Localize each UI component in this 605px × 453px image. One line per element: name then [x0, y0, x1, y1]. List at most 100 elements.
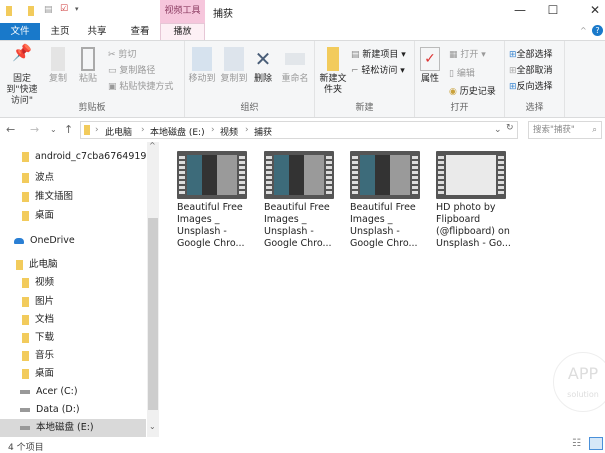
tab-file[interactable]: 文件 — [0, 23, 40, 40]
nav-item-label: 下载 — [35, 332, 55, 343]
select-all-label: 全部选择 — [516, 50, 553, 60]
new-item-icon: ▤ — [351, 50, 363, 60]
details-view-icon[interactable]: ☷ — [572, 438, 581, 449]
organize-group-label: 组织 — [240, 103, 259, 113]
address-dropdown-icon[interactable]: ⌄ — [494, 125, 502, 135]
pin-quick-access-button[interactable]: 📌 固定到"快速访问" — [2, 45, 42, 107]
select-none-button[interactable]: ⊞全部取消 — [509, 63, 553, 76]
open-icon: ▦ — [449, 50, 461, 60]
nav-item[interactable]: 桌面 — [0, 207, 146, 225]
breadcrumb-capture[interactable]: 捕获 — [254, 125, 272, 138]
nav-item-label: 本地磁盘 (E:) — [36, 422, 94, 433]
new-folder-label: 新建文件夹 — [319, 74, 347, 95]
folder-icon — [22, 172, 29, 183]
search-input[interactable]: 搜索"捕获" ⌕ — [528, 121, 602, 139]
nav-item[interactable]: 图片 — [0, 293, 146, 311]
file-name: HD photo by Flipboard (@flipboard) on Un… — [436, 202, 511, 249]
nav-item-label: 波点 — [35, 172, 55, 183]
scroll-up-icon[interactable]: ^ — [149, 141, 156, 150]
tab-view[interactable]: 查看 — [125, 23, 155, 40]
tab-home[interactable]: 主页 — [45, 23, 75, 40]
nav-item-label: 桌面 — [35, 368, 55, 379]
nav-item[interactable]: 推文插图 — [0, 188, 146, 206]
nav-item[interactable]: 下载 — [0, 329, 146, 347]
collapse-ribbon-icon[interactable]: ^ — [580, 26, 587, 35]
nav-item[interactable]: 音乐 — [0, 347, 146, 365]
new-group: 新建文件夹 ▤ 新建项目 ▾ ⌐ 轻松访问 ▾ 新建 — [315, 41, 415, 117]
organize-group: 移动到 复制到 ✕ 删除 重命名 组织 — [185, 41, 315, 117]
copy-path-button[interactable]: ▭ 复制路径 — [108, 63, 155, 76]
delete-button[interactable]: ✕ 删除 — [251, 47, 275, 85]
address-bar[interactable]: › 此电脑 › 本地磁盘 (E:) › 视频 › 捕获 ⌄ ↻ — [80, 121, 518, 139]
paste-shortcut-button[interactable]: ▣ 粘贴快捷方式 — [108, 79, 173, 92]
open-group: ✓ 属性 ▦ 打开 ▾ ▯ 编辑 ◉ 历史记录 打开 — [415, 41, 505, 117]
video-thumbnail — [264, 151, 334, 199]
nav-item[interactable]: 此电脑 — [0, 256, 146, 274]
back-button[interactable]: ← — [6, 123, 15, 136]
cut-button[interactable]: ✂ 剪切 — [108, 47, 136, 60]
properties-label: 属性 — [420, 74, 439, 84]
history-label: 历史记录 — [459, 87, 496, 97]
breadcrumb-drive-e[interactable]: 本地磁盘 (E:) — [150, 125, 205, 138]
file-item[interactable]: Beautiful Free Images _ Unsplash - Googl… — [177, 151, 257, 250]
open-button[interactable]: ▦ 打开 ▾ — [449, 47, 486, 60]
history-button[interactable]: ◉ 历史记录 — [449, 84, 496, 97]
file-item[interactable]: Beautiful Free Images _ Unsplash - Googl… — [264, 151, 344, 250]
nav-item[interactable]: 本地磁盘 (E:) — [0, 419, 146, 437]
copy-to-button[interactable]: 复制到 — [219, 47, 249, 85]
nav-item[interactable]: 波点 — [0, 169, 146, 187]
forward-button[interactable]: → — [30, 123, 39, 136]
nav-item[interactable]: 桌面 — [0, 365, 146, 383]
recent-locations-icon[interactable]: ⌄ — [50, 125, 57, 134]
rename-button[interactable]: 重命名 — [279, 47, 311, 85]
scroll-down-icon[interactable]: ⌄ — [149, 422, 156, 431]
folder-icon — [22, 151, 29, 162]
video-thumbnail — [177, 151, 247, 199]
new-folder-quick-icon[interactable] — [28, 6, 34, 16]
breadcrumb-videos[interactable]: 视频 — [220, 125, 238, 138]
nav-item[interactable]: Data (D:) — [0, 401, 146, 419]
edit-button[interactable]: ▯ 编辑 — [449, 66, 475, 79]
tab-share[interactable]: 共享 — [82, 23, 112, 40]
minimize-button[interactable]: — — [510, 3, 530, 17]
refresh-icon[interactable]: ↻ — [506, 123, 514, 133]
maximize-button[interactable]: ☐ — [543, 3, 563, 17]
properties-button[interactable]: ✓ 属性 — [417, 47, 443, 85]
select-all-button[interactable]: ⊞全部选择 — [509, 47, 553, 60]
cut-label: 剪切 — [118, 50, 137, 60]
new-item-button[interactable]: ▤ 新建项目 ▾ — [351, 47, 406, 60]
paste-button[interactable]: 粘贴 — [76, 47, 100, 85]
drive-icon — [20, 425, 30, 430]
nav-item[interactable]: Acer (C:) — [0, 383, 146, 401]
folder-icon — [84, 125, 90, 135]
cloud-icon — [14, 237, 24, 244]
breadcrumb-this-pc[interactable]: 此电脑 — [105, 125, 132, 138]
copy-button[interactable]: 复制 — [46, 47, 70, 85]
large-icons-view-icon[interactable] — [589, 437, 603, 450]
new-folder-icon — [327, 47, 339, 71]
up-button[interactable]: ↑ — [64, 123, 73, 136]
nav-scrollbar-thumb[interactable] — [148, 218, 158, 410]
close-button[interactable]: ✕ — [585, 3, 605, 17]
nav-item-label: OneDrive — [30, 235, 75, 246]
file-item[interactable]: HD photo by Flipboard (@flipboard) on Un… — [436, 151, 516, 250]
nav-item[interactable]: 视频 — [0, 274, 146, 292]
customize-toolbar-icon[interactable]: ▾ — [75, 5, 79, 13]
nav-item[interactable]: 文档 — [0, 311, 146, 329]
easy-access-button[interactable]: ⌐ 轻松访问 ▾ — [351, 63, 405, 76]
check-quick-icon[interactable]: ☑ — [60, 4, 68, 14]
invert-selection-button[interactable]: ⊞反向选择 — [509, 79, 553, 92]
drive-icon — [20, 407, 30, 412]
computer-icon — [16, 259, 23, 270]
move-to-button[interactable]: 移动到 — [187, 47, 217, 85]
tab-play[interactable]: 播放 — [160, 23, 205, 40]
clipboard-group: 📌 固定到"快速访问" 复制 粘贴 ✂ 剪切 ▭ 复制路径 ▣ 粘贴快捷方式 剪贴… — [0, 41, 185, 117]
nav-item[interactable]: OneDrive — [0, 232, 146, 250]
file-item[interactable]: Beautiful Free Images _ Unsplash - Googl… — [350, 151, 430, 250]
properties-quick-icon[interactable]: ▤ — [44, 5, 53, 15]
desktop-icon — [22, 210, 29, 221]
select-group: ⊞全部选择 ⊞全部取消 ⊞反向选择 选择 — [505, 41, 565, 117]
nav-item[interactable]: android_c7cba6764919c0 — [0, 148, 146, 166]
help-icon[interactable]: ? — [592, 25, 603, 36]
new-folder-button[interactable]: 新建文件夹 — [317, 47, 349, 96]
